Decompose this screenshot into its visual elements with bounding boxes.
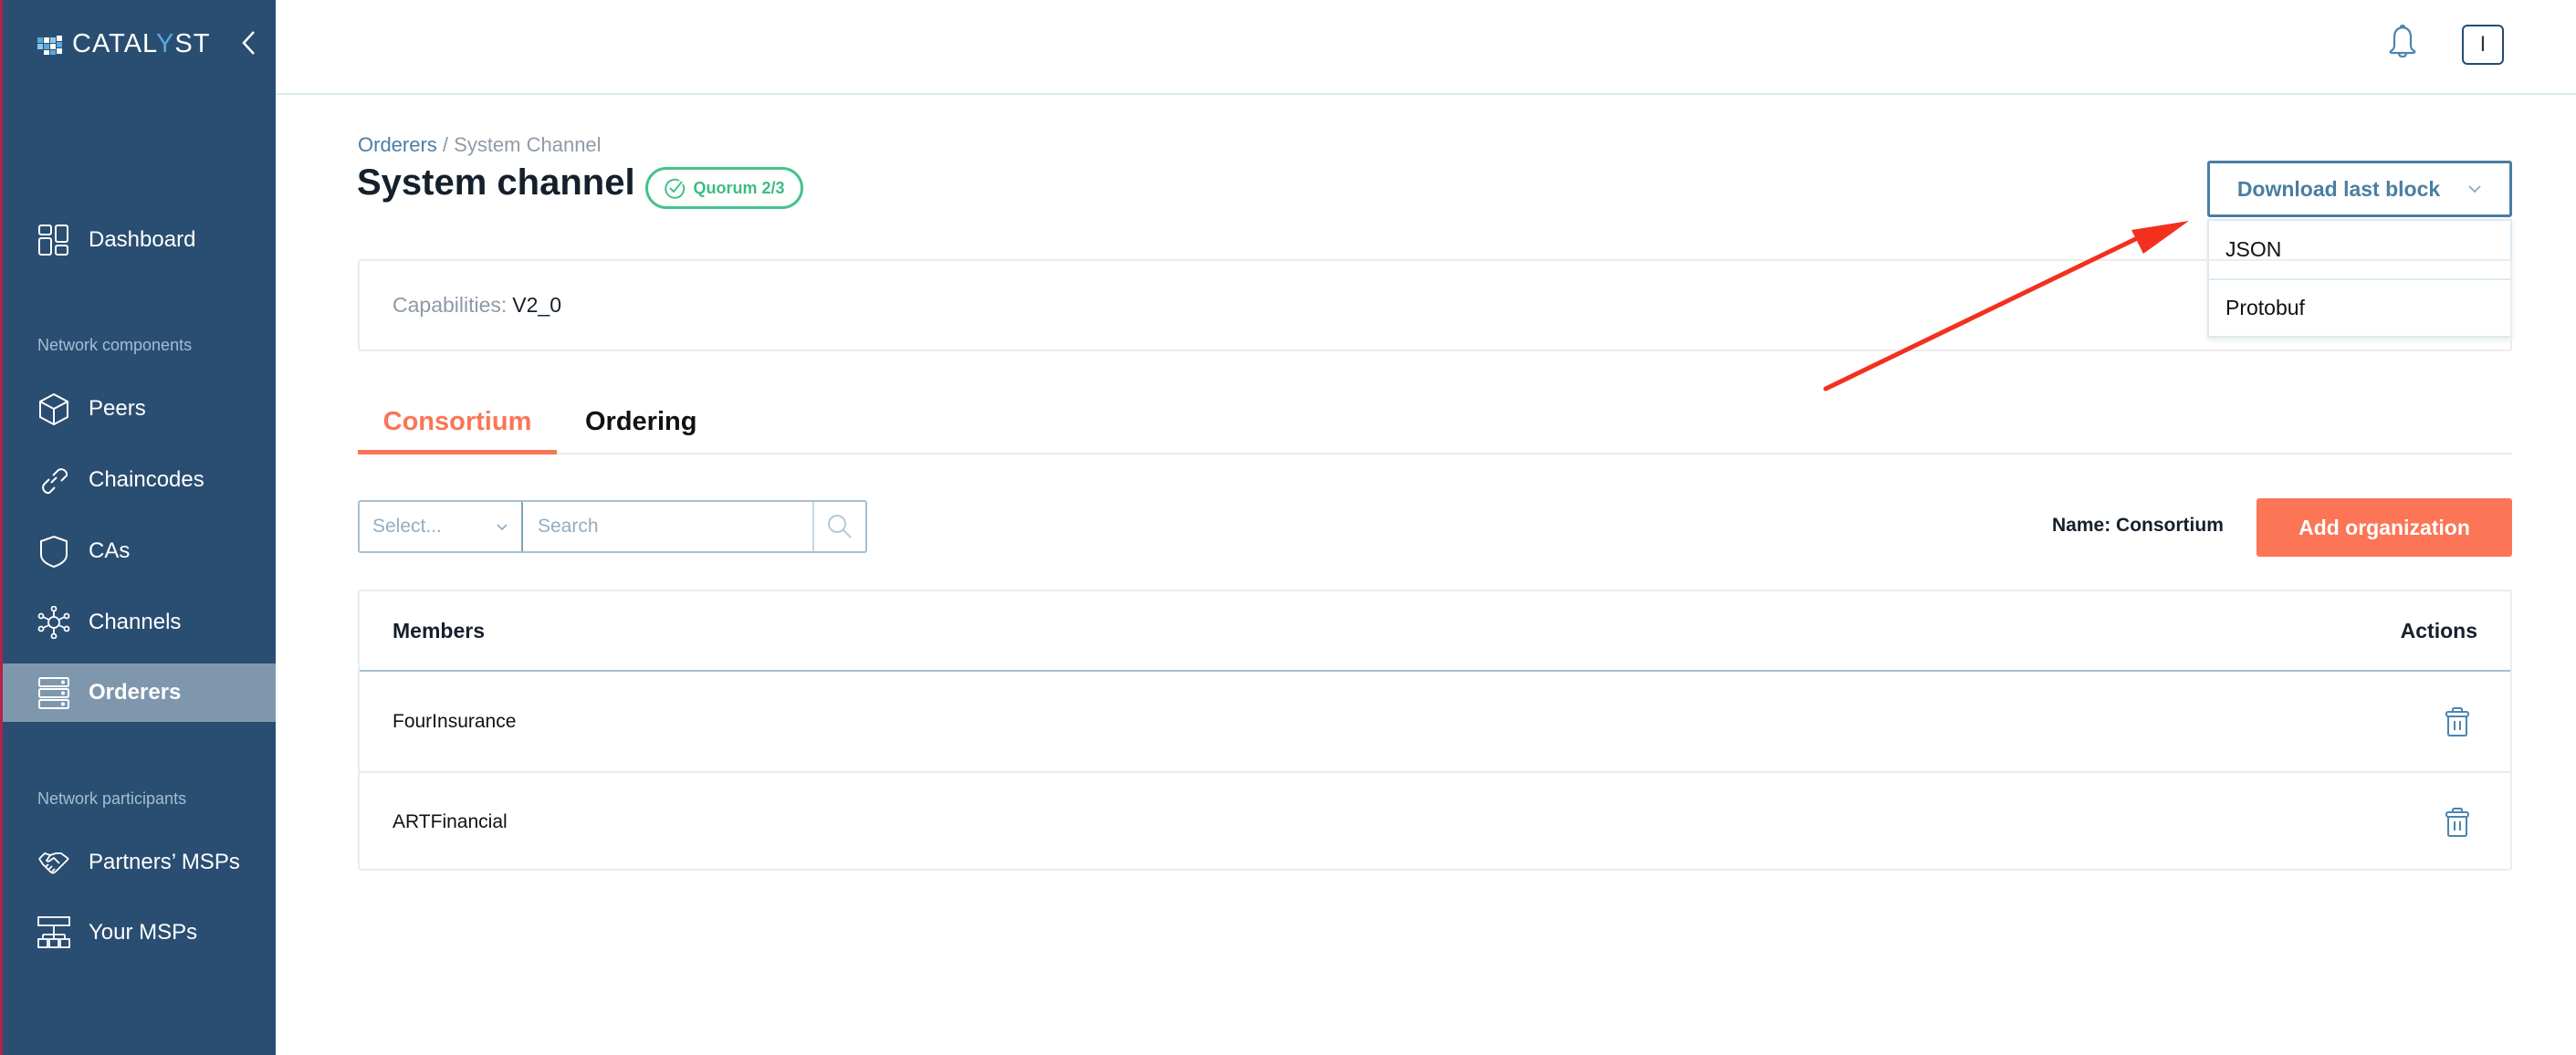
table-row: FourInsurance	[360, 672, 2510, 771]
top-header	[276, 0, 2576, 95]
search-button[interactable]	[812, 502, 865, 551]
bell-icon	[2389, 24, 2416, 58]
download-last-block-button[interactable]: Download last block	[2207, 161, 2512, 217]
consortium-name-value: Consortium	[2116, 515, 2224, 536]
consortium-name-label: Name:	[2052, 515, 2111, 536]
member-name: FourInsurance	[393, 710, 517, 732]
server-icon	[37, 676, 70, 709]
sidebar-item-cas[interactable]: CAs	[3, 522, 276, 580]
page-title: System channel	[357, 162, 635, 203]
search-input[interactable]	[523, 502, 812, 551]
sidebar-item-label: Chaincodes	[89, 467, 204, 492]
check-circle-icon	[665, 178, 686, 199]
breadcrumb-current: System Channel	[454, 133, 602, 156]
sidebar-item-orderers[interactable]: Orderers	[3, 663, 276, 722]
catalyst-logo[interactable]: CATALYST	[37, 29, 210, 59]
cube-icon	[37, 392, 70, 425]
column-actions: Actions	[2400, 618, 2477, 642]
sidebar-item-chaincodes[interactable]: Chaincodes	[3, 451, 276, 509]
chevron-down-icon	[2468, 185, 2481, 193]
sidebar-item-channels[interactable]: Channels	[3, 593, 276, 652]
delete-member-button[interactable]	[2445, 706, 2470, 737]
members-table: Members Actions FourInsurance ARTFinanci…	[358, 590, 2512, 871]
user-avatar-button[interactable]: I	[2462, 25, 2504, 65]
sidebar-item-label: Orderers	[89, 680, 182, 705]
capabilities-label: Capabilities:	[393, 293, 508, 317]
chevron-left-icon	[242, 31, 255, 55]
member-name: ARTFinancial	[393, 810, 508, 832]
sidebar-item-peers[interactable]: Peers	[3, 380, 276, 438]
notifications-button[interactable]	[2384, 24, 2421, 60]
sidebar-item-partners-msps[interactable]: Partners’ MSPs	[3, 833, 276, 892]
breadcrumb: Orderers / System Channel	[358, 133, 602, 157]
sidebar-item-your-msps[interactable]: Your MSPs	[3, 904, 276, 962]
add-organization-button[interactable]: Add organization	[2257, 498, 2512, 557]
sidebar-item-label: CAs	[89, 538, 131, 563]
chevron-down-icon	[497, 523, 508, 530]
select-placeholder: Select...	[372, 516, 442, 537]
network-icon	[37, 606, 70, 639]
consortium-name: Name: Consortium	[2052, 515, 2224, 537]
handshake-icon	[37, 846, 70, 879]
download-label: Download last block	[2236, 176, 2441, 201]
sidebar-item-label: Partners’ MSPs	[89, 850, 240, 874]
section-network-components: Network components	[37, 336, 193, 354]
table-row: ARTFinancial	[360, 771, 2510, 871]
tab-ordering[interactable]: Ordering	[585, 407, 696, 450]
hierarchy-icon	[37, 916, 70, 949]
capabilities-value: V2_0	[512, 293, 562, 317]
shield-icon	[37, 535, 70, 568]
quorum-text: Quorum 2/3	[693, 178, 785, 197]
quorum-badge: Quorum 2/3	[645, 167, 803, 209]
breadcrumb-orderers-link[interactable]: Orderers	[358, 133, 437, 156]
dashboard-icon	[37, 224, 70, 256]
column-members: Members	[393, 618, 485, 642]
sidebar-item-label: Channels	[89, 610, 182, 634]
sidebar: CATALYST Dashboard Network components Pe…	[0, 0, 276, 1055]
table-header: Members Actions	[360, 591, 2510, 672]
filter-select[interactable]: Select...	[360, 502, 523, 551]
sidebar-item-dashboard[interactable]: Dashboard	[3, 211, 276, 269]
delete-member-button[interactable]	[2445, 807, 2470, 838]
capabilities-card: Capabilities: V2_0	[358, 259, 2512, 351]
collapse-sidebar-button[interactable]	[238, 29, 260, 57]
logo-cube-icon	[37, 35, 62, 55]
section-network-participants: Network participants	[37, 789, 187, 808]
channel-tabs: Consortium Ordering	[358, 402, 2512, 454]
breadcrumb-separator: /	[436, 133, 455, 156]
tab-consortium[interactable]: Consortium	[358, 407, 557, 454]
sidebar-item-label: Your MSPs	[89, 920, 198, 945]
sidebar-item-label: Peers	[89, 396, 146, 421]
filter-bar: Select...	[358, 500, 867, 553]
sidebar-item-label: Dashboard	[89, 227, 196, 252]
logo-text: CATALYST	[72, 29, 211, 58]
link-icon	[37, 464, 70, 496]
search-icon	[828, 515, 852, 538]
